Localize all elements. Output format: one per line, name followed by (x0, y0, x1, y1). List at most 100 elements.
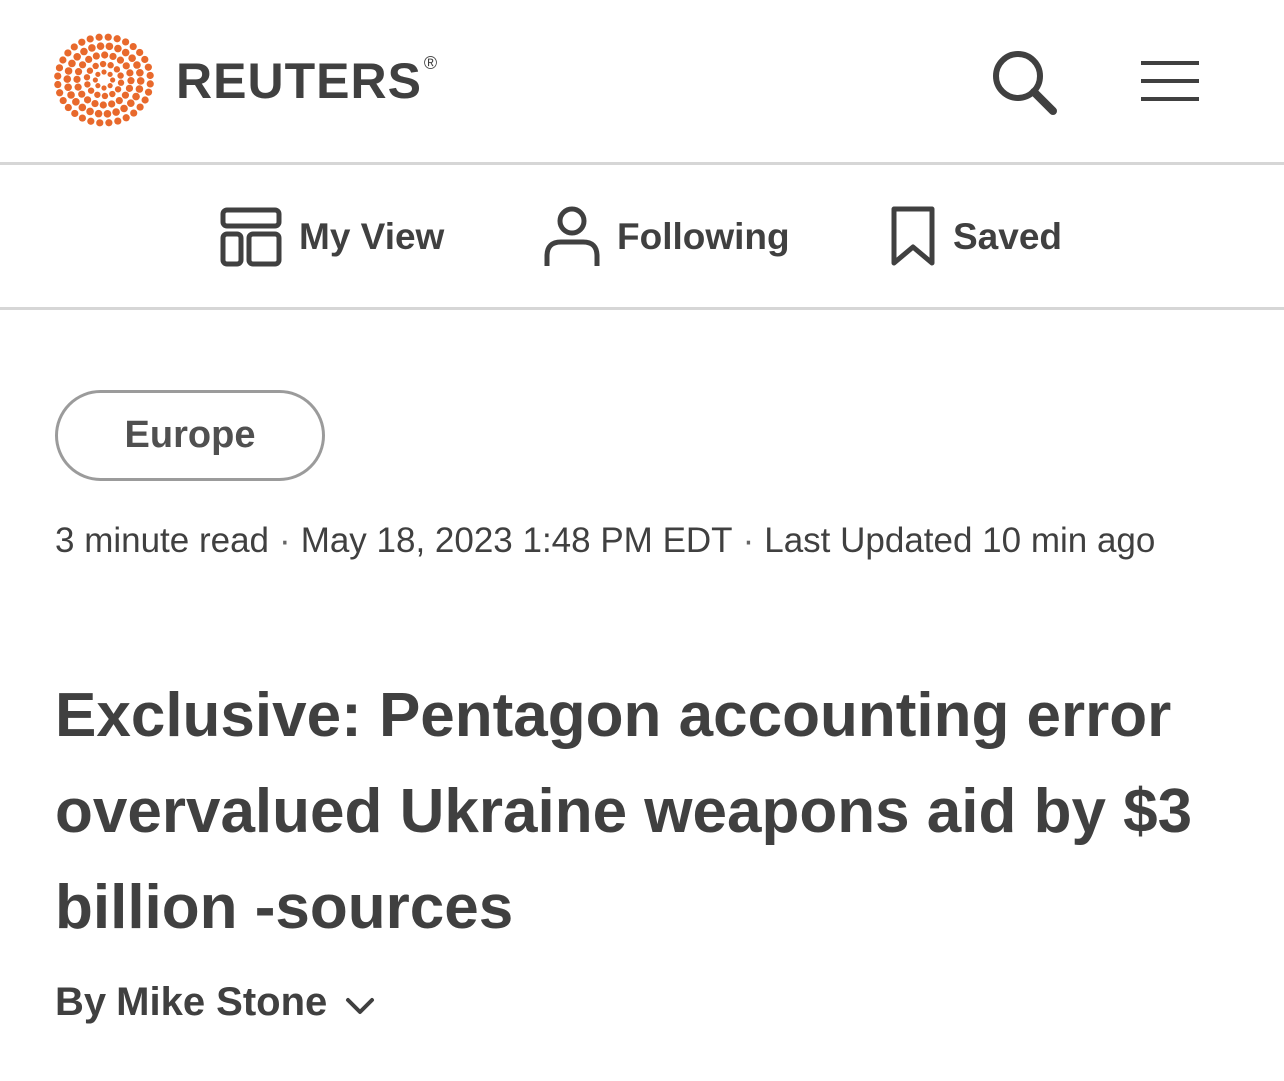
logo-dot (96, 42, 105, 50)
logo-dot (68, 59, 76, 68)
logo-dot (136, 103, 144, 111)
last-updated: Last Updated 10 min ago (764, 521, 1156, 560)
logo-dot (109, 90, 116, 98)
logo-dot (70, 43, 78, 51)
logo-dot (105, 119, 113, 127)
logo-dot (122, 38, 130, 46)
byline[interactable]: By Mike Stone (55, 972, 375, 1032)
logo-dot (54, 80, 62, 89)
nav-following-label: Following (617, 216, 790, 257)
logo-dot (59, 56, 67, 64)
logo-dot (87, 117, 95, 125)
logo-dot (122, 62, 130, 70)
logo-dot (136, 77, 145, 85)
logo-dot (74, 83, 82, 91)
logo-dot (129, 42, 137, 51)
logo-dot (67, 91, 75, 99)
logo-dot (141, 96, 149, 104)
search-button[interactable] (984, 44, 1064, 120)
logo-dot (103, 110, 112, 118)
logo-dot (132, 92, 140, 101)
logo-dot (121, 48, 130, 57)
logo-dot (115, 97, 123, 105)
nav-my-view[interactable]: My View (219, 205, 444, 269)
logo-dot (128, 54, 136, 62)
read-time: 3 minute read (55, 521, 270, 560)
logo-dot (73, 75, 81, 83)
logo-dot (64, 103, 72, 112)
logo-dot (72, 98, 80, 106)
logo-dot (78, 38, 86, 46)
section-tag[interactable]: Europe (55, 390, 325, 481)
logo-dot (56, 89, 64, 97)
logo-dot (64, 83, 72, 92)
logo-dot (84, 81, 91, 88)
logo-dot (114, 86, 122, 93)
logo-dot (122, 114, 130, 122)
nav-my-view-label: My View (299, 216, 445, 257)
logo-dot (95, 71, 101, 77)
logo-dot (88, 44, 96, 52)
logo-dot (86, 67, 94, 74)
author-name: Mike Stone (116, 979, 328, 1024)
logo-dot (101, 51, 109, 59)
nav-saved[interactable]: Saved (889, 205, 1062, 269)
logo-dot (86, 35, 94, 43)
logo-dot (121, 91, 130, 99)
logo-dot (113, 35, 121, 43)
logo-dot (107, 71, 113, 77)
bookmark-icon (891, 206, 935, 266)
logo-dot (85, 55, 93, 63)
logo-dot (94, 109, 103, 118)
meta-separator: · (742, 521, 755, 560)
logo-dot (114, 44, 122, 53)
logo-dot (78, 61, 87, 69)
logo-dot (101, 69, 107, 75)
nav-following[interactable]: Following (543, 205, 790, 269)
logo-dot (127, 77, 135, 85)
logo-dot (107, 83, 113, 89)
logo-dot (105, 42, 114, 51)
logo-dot (107, 62, 114, 69)
logo-dot (146, 71, 154, 80)
logo-dot (136, 48, 144, 57)
logo-dot (74, 68, 83, 76)
article-meta: 3 minute read · May 18, 2023 1:48 PM EDT · L… (55, 510, 1235, 572)
logo-dot (87, 87, 95, 94)
brand-name: REUTERS ® (176, 53, 439, 109)
account-subnav: My View Following Saved (0, 165, 1284, 310)
article-headline: Exclusive: Pentagon accounting error ove… (55, 681, 1193, 942)
logo-dot (94, 91, 101, 98)
reuters-logo-mark-icon (54, 33, 154, 127)
logo-dot (91, 99, 99, 108)
logo-dot (96, 119, 104, 127)
byline-prefix: By (55, 979, 107, 1024)
logo-dot (99, 101, 107, 109)
logo-dot (92, 77, 98, 83)
logo-dot (83, 74, 91, 81)
logo-dot (114, 117, 122, 125)
logo-dot (86, 107, 94, 116)
published-date: May 18, 2023 1:48 PM EDT (300, 521, 733, 560)
logo-dot (59, 96, 67, 105)
logo-dot (101, 85, 107, 91)
reuters-logo[interactable]: REUTERS ® (52, 33, 438, 127)
logo-dot (64, 49, 72, 57)
logo-dot (112, 108, 120, 116)
logo-dot (136, 68, 144, 77)
logo-dot (95, 33, 103, 41)
logo-dot (78, 103, 87, 112)
menu-button[interactable] (1134, 50, 1206, 112)
logo-dot (83, 96, 92, 104)
logo-dot (113, 66, 121, 73)
logo-dot (55, 64, 64, 72)
logo-dot (71, 109, 79, 118)
logo-dot (125, 84, 134, 92)
logo-dot (130, 109, 138, 117)
logo-dot (144, 88, 153, 96)
logo-dot (135, 85, 144, 93)
logo-dot (101, 92, 109, 100)
logo-dot (92, 62, 99, 70)
logo-dot (64, 67, 73, 75)
logo-dot (144, 63, 152, 71)
